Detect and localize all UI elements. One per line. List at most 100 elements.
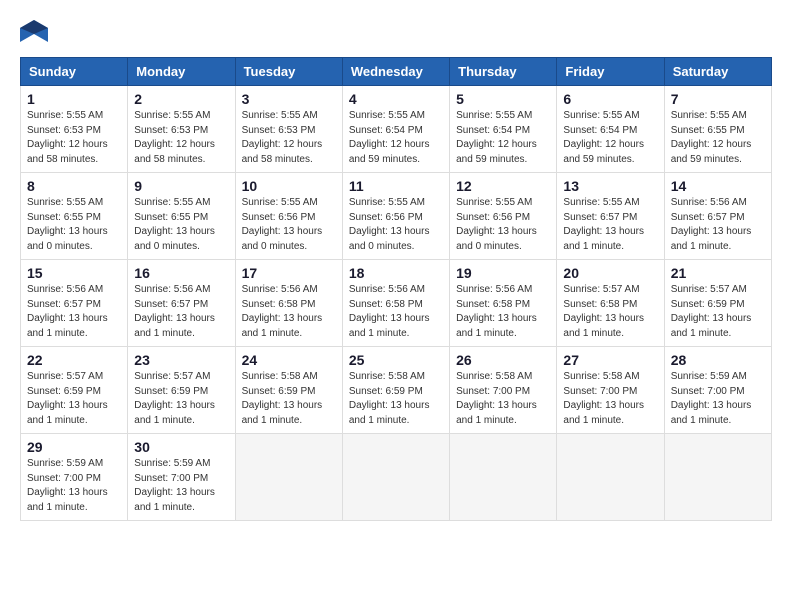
day-number: 27 — [563, 352, 657, 368]
calendar-cell: 29 Sunrise: 5:59 AM Sunset: 7:00 PM Dayli… — [21, 434, 128, 521]
day-info: Sunrise: 5:55 AM Sunset: 6:56 PM Dayligh… — [349, 196, 443, 254]
calendar-cell: 20Sunrise: 5:57 AM Sunset: 6:58 PM Dayli… — [557, 260, 664, 347]
calendar-week-row: 8 Sunrise: 5:55 AM Sunset: 6:55 PM Daylig… — [21, 173, 772, 260]
calendar-cell: 7Sunrise: 5:55 AM Sunset: 6:55 PM Daylig… — [664, 86, 771, 173]
header-friday: Friday — [557, 58, 664, 86]
day-info: Sunrise: 5:55 AM Sunset: 6:56 PM Dayligh… — [456, 196, 550, 254]
day-info: Sunrise: 5:59 AM Sunset: 7:00 PM Dayligh… — [134, 457, 228, 515]
calendar-week-row: 29 Sunrise: 5:59 AM Sunset: 7:00 PM Dayli… — [21, 434, 772, 521]
page-header — [20, 20, 772, 47]
day-number: 2 — [134, 91, 228, 107]
calendar-cell: 8 Sunrise: 5:55 AM Sunset: 6:55 PM Daylig… — [21, 173, 128, 260]
calendar-header-row: SundayMondayTuesdayWednesdayThursdayFrid… — [21, 58, 772, 86]
day-number: 6 — [563, 91, 657, 107]
header-thursday: Thursday — [450, 58, 557, 86]
calendar-cell — [342, 434, 449, 521]
day-number: 13 — [563, 178, 657, 194]
header-wednesday: Wednesday — [342, 58, 449, 86]
day-number: 30 — [134, 439, 228, 455]
day-number: 16 — [134, 265, 228, 281]
day-info: Sunrise: 5:58 AM Sunset: 7:00 PM Dayligh… — [456, 370, 550, 428]
calendar-cell: 1 Sunrise: 5:55 AM Sunset: 6:53 PM Daylig… — [21, 86, 128, 173]
day-number: 24 — [242, 352, 336, 368]
day-info: Sunrise: 5:58 AM Sunset: 6:59 PM Dayligh… — [242, 370, 336, 428]
calendar-cell: 26 Sunrise: 5:58 AM Sunset: 7:00 PM Dayli… — [450, 347, 557, 434]
day-number: 10 — [242, 178, 336, 194]
day-number: 19 — [456, 265, 550, 281]
day-number: 22 — [27, 352, 121, 368]
day-info: Sunrise: 5:55 AM Sunset: 6:55 PM Dayligh… — [671, 109, 765, 167]
calendar-cell: 24 Sunrise: 5:58 AM Sunset: 6:59 PM Dayli… — [235, 347, 342, 434]
day-number: 1 — [27, 91, 121, 107]
calendar-cell — [557, 434, 664, 521]
day-info: Sunrise: 5:55 AM Sunset: 6:53 PM Dayligh… — [242, 109, 336, 167]
calendar-cell: 2 Sunrise: 5:55 AM Sunset: 6:53 PM Daylig… — [128, 86, 235, 173]
day-info: Sunrise: 5:56 AM Sunset: 6:57 PM Dayligh… — [671, 196, 765, 254]
header-tuesday: Tuesday — [235, 58, 342, 86]
calendar-cell: 4 Sunrise: 5:55 AM Sunset: 6:54 PM Daylig… — [342, 86, 449, 173]
logo — [20, 20, 52, 47]
calendar-cell: 30 Sunrise: 5:59 AM Sunset: 7:00 PM Dayli… — [128, 434, 235, 521]
calendar-cell: 10Sunrise: 5:55 AM Sunset: 6:56 PM Dayli… — [235, 173, 342, 260]
calendar-cell: 15 Sunrise: 5:56 AM Sunset: 6:57 PM Dayli… — [21, 260, 128, 347]
day-info: Sunrise: 5:55 AM Sunset: 6:54 PM Dayligh… — [563, 109, 657, 167]
day-number: 18 — [349, 265, 443, 281]
day-number: 23 — [134, 352, 228, 368]
day-info: Sunrise: 5:56 AM Sunset: 6:57 PM Dayligh… — [134, 283, 228, 341]
day-info: Sunrise: 5:56 AM Sunset: 6:58 PM Dayligh… — [456, 283, 550, 341]
day-info: Sunrise: 5:57 AM Sunset: 6:58 PM Dayligh… — [563, 283, 657, 341]
day-number: 15 — [27, 265, 121, 281]
calendar-cell: 11 Sunrise: 5:55 AM Sunset: 6:56 PM Dayli… — [342, 173, 449, 260]
header-sunday: Sunday — [21, 58, 128, 86]
day-number: 5 — [456, 91, 550, 107]
calendar-cell: 22 Sunrise: 5:57 AM Sunset: 6:59 PM Dayli… — [21, 347, 128, 434]
calendar-cell: 23 Sunrise: 5:57 AM Sunset: 6:59 PM Dayli… — [128, 347, 235, 434]
day-info: Sunrise: 5:58 AM Sunset: 6:59 PM Dayligh… — [349, 370, 443, 428]
calendar-cell — [235, 434, 342, 521]
day-number: 17 — [242, 265, 336, 281]
day-info: Sunrise: 5:56 AM Sunset: 6:57 PM Dayligh… — [27, 283, 121, 341]
day-number: 3 — [242, 91, 336, 107]
logo-icon — [20, 20, 48, 47]
day-number: 12 — [456, 178, 550, 194]
calendar-week-row: 1 Sunrise: 5:55 AM Sunset: 6:53 PM Daylig… — [21, 86, 772, 173]
calendar-cell: 14Sunrise: 5:56 AM Sunset: 6:57 PM Dayli… — [664, 173, 771, 260]
calendar-cell: 9Sunrise: 5:55 AM Sunset: 6:55 PM Daylig… — [128, 173, 235, 260]
calendar-week-row: 15 Sunrise: 5:56 AM Sunset: 6:57 PM Dayli… — [21, 260, 772, 347]
header-monday: Monday — [128, 58, 235, 86]
calendar-cell: 12 Sunrise: 5:55 AM Sunset: 6:56 PM Dayli… — [450, 173, 557, 260]
day-info: Sunrise: 5:59 AM Sunset: 7:00 PM Dayligh… — [27, 457, 121, 515]
day-info: Sunrise: 5:55 AM Sunset: 6:53 PM Dayligh… — [134, 109, 228, 167]
calendar-cell: 28Sunrise: 5:59 AM Sunset: 7:00 PM Dayli… — [664, 347, 771, 434]
day-info: Sunrise: 5:55 AM Sunset: 6:54 PM Dayligh… — [349, 109, 443, 167]
calendar-cell — [664, 434, 771, 521]
day-number: 8 — [27, 178, 121, 194]
day-info: Sunrise: 5:56 AM Sunset: 6:58 PM Dayligh… — [349, 283, 443, 341]
day-number: 11 — [349, 178, 443, 194]
calendar-cell: 18 Sunrise: 5:56 AM Sunset: 6:58 PM Dayli… — [342, 260, 449, 347]
day-info: Sunrise: 5:55 AM Sunset: 6:55 PM Dayligh… — [27, 196, 121, 254]
day-number: 28 — [671, 352, 765, 368]
day-info: Sunrise: 5:57 AM Sunset: 6:59 PM Dayligh… — [671, 283, 765, 341]
day-number: 29 — [27, 439, 121, 455]
day-number: 4 — [349, 91, 443, 107]
calendar-week-row: 22 Sunrise: 5:57 AM Sunset: 6:59 PM Dayli… — [21, 347, 772, 434]
calendar-cell: 27 Sunrise: 5:58 AM Sunset: 7:00 PM Dayli… — [557, 347, 664, 434]
day-info: Sunrise: 5:57 AM Sunset: 6:59 PM Dayligh… — [134, 370, 228, 428]
calendar-cell: 17 Sunrise: 5:56 AM Sunset: 6:58 PM Dayli… — [235, 260, 342, 347]
calendar-cell: 3 Sunrise: 5:55 AM Sunset: 6:53 PM Daylig… — [235, 86, 342, 173]
day-info: Sunrise: 5:56 AM Sunset: 6:58 PM Dayligh… — [242, 283, 336, 341]
day-info: Sunrise: 5:58 AM Sunset: 7:00 PM Dayligh… — [563, 370, 657, 428]
day-info: Sunrise: 5:55 AM Sunset: 6:54 PM Dayligh… — [456, 109, 550, 167]
day-info: Sunrise: 5:55 AM Sunset: 6:53 PM Dayligh… — [27, 109, 121, 167]
calendar-cell: 25 Sunrise: 5:58 AM Sunset: 6:59 PM Dayli… — [342, 347, 449, 434]
calendar-cell: 21Sunrise: 5:57 AM Sunset: 6:59 PM Dayli… — [664, 260, 771, 347]
calendar-cell: 13Sunrise: 5:55 AM Sunset: 6:57 PM Dayli… — [557, 173, 664, 260]
calendar-cell: 5 Sunrise: 5:55 AM Sunset: 6:54 PM Daylig… — [450, 86, 557, 173]
day-number: 26 — [456, 352, 550, 368]
calendar-cell: 19 Sunrise: 5:56 AM Sunset: 6:58 PM Dayli… — [450, 260, 557, 347]
calendar-table: SundayMondayTuesdayWednesdayThursdayFrid… — [20, 57, 772, 521]
day-number: 25 — [349, 352, 443, 368]
day-info: Sunrise: 5:57 AM Sunset: 6:59 PM Dayligh… — [27, 370, 121, 428]
calendar-cell: 6 Sunrise: 5:55 AM Sunset: 6:54 PM Daylig… — [557, 86, 664, 173]
